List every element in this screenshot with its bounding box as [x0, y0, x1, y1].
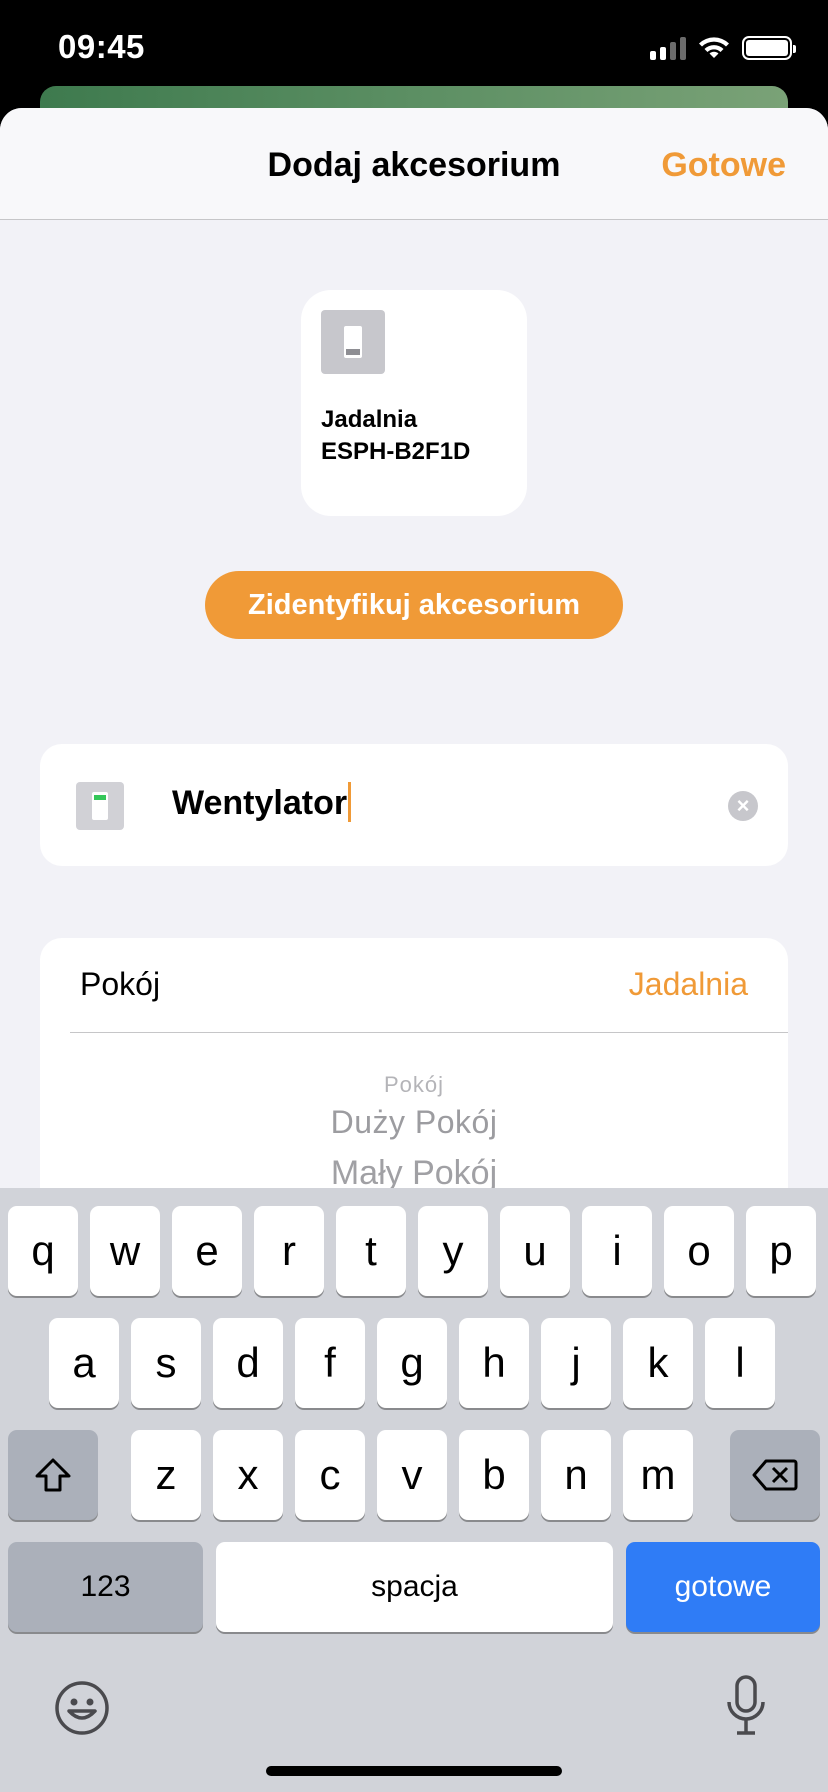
divider — [70, 1032, 788, 1033]
key-r[interactable]: r — [254, 1206, 324, 1296]
emoji-icon[interactable] — [54, 1680, 110, 1736]
status-icons — [650, 36, 796, 60]
done-button[interactable]: Gotowe — [661, 146, 786, 185]
key-u[interactable]: u — [500, 1206, 570, 1296]
key-h[interactable]: h — [459, 1318, 529, 1408]
status-time: 09:45 — [58, 28, 145, 65]
switch-icon — [321, 310, 385, 374]
key-j[interactable]: j — [541, 1318, 611, 1408]
key-w[interactable]: w — [90, 1206, 160, 1296]
key-y[interactable]: y — [418, 1206, 488, 1296]
key-i[interactable]: i — [582, 1206, 652, 1296]
shift-key[interactable] — [8, 1430, 98, 1520]
accessory-name-text: Wentylator — [172, 784, 348, 822]
accessory-room: Jadalnia — [321, 406, 418, 433]
text-caret — [348, 782, 352, 823]
wifi-icon — [699, 37, 729, 58]
key-x[interactable]: x — [213, 1430, 283, 1520]
key-m[interactable]: m — [623, 1430, 693, 1520]
return-key[interactable]: gotowe — [626, 1542, 820, 1632]
key-n[interactable]: n — [541, 1430, 611, 1520]
key-g[interactable]: g — [377, 1318, 447, 1408]
key-q[interactable]: q — [8, 1206, 78, 1296]
room-value[interactable]: Jadalnia — [629, 966, 748, 1003]
numbers-key[interactable]: 123 — [8, 1542, 203, 1632]
space-key[interactable]: spacja — [216, 1542, 613, 1632]
key-p[interactable]: p — [746, 1206, 816, 1296]
accessory-name-input[interactable]: Wentylator — [172, 782, 352, 823]
switch-on-icon — [76, 782, 124, 830]
key-s[interactable]: s — [131, 1318, 201, 1408]
clear-text-icon[interactable]: × — [728, 791, 758, 821]
key-d[interactable]: d — [213, 1318, 283, 1408]
microphone-icon[interactable] — [722, 1674, 770, 1738]
picker-option[interactable]: Pokój — [40, 1072, 788, 1098]
delete-key[interactable] — [730, 1430, 820, 1520]
home-indicator — [266, 1766, 562, 1776]
backspace-icon — [752, 1459, 798, 1491]
battery-icon — [742, 36, 796, 60]
key-o[interactable]: o — [664, 1206, 734, 1296]
room-label: Pokój — [80, 966, 161, 1002]
key-v[interactable]: v — [377, 1430, 447, 1520]
keyboard: 123 spacja gotowe qwertyuiop asdfghjkl zxc… — [0, 1188, 828, 1792]
key-f[interactable]: f — [295, 1318, 365, 1408]
key-b[interactable]: b — [459, 1430, 529, 1520]
key-t[interactable]: t — [336, 1206, 406, 1296]
key-k[interactable]: k — [623, 1318, 693, 1408]
key-l[interactable]: l — [705, 1318, 775, 1408]
identify-accessory-button[interactable]: Zidentyfikuj akcesorium — [205, 571, 623, 639]
name-field-card: Wentylator × — [40, 744, 788, 866]
key-c[interactable]: c — [295, 1430, 365, 1520]
picker-option[interactable]: Duży Pokój — [40, 1104, 788, 1141]
key-z[interactable]: z — [131, 1430, 201, 1520]
cellular-signal-icon — [650, 36, 686, 60]
shift-icon — [35, 1458, 71, 1492]
status-bar: 09:45 — [0, 0, 828, 100]
key-e[interactable]: e — [172, 1206, 242, 1296]
accessory-tile[interactable]: Jadalnia ESPH-B2F1D — [301, 290, 527, 516]
accessory-id: ESPH-B2F1D — [321, 438, 471, 465]
nav-bar: Dodaj akcesorium Gotowe — [0, 108, 828, 220]
key-a[interactable]: a — [49, 1318, 119, 1408]
